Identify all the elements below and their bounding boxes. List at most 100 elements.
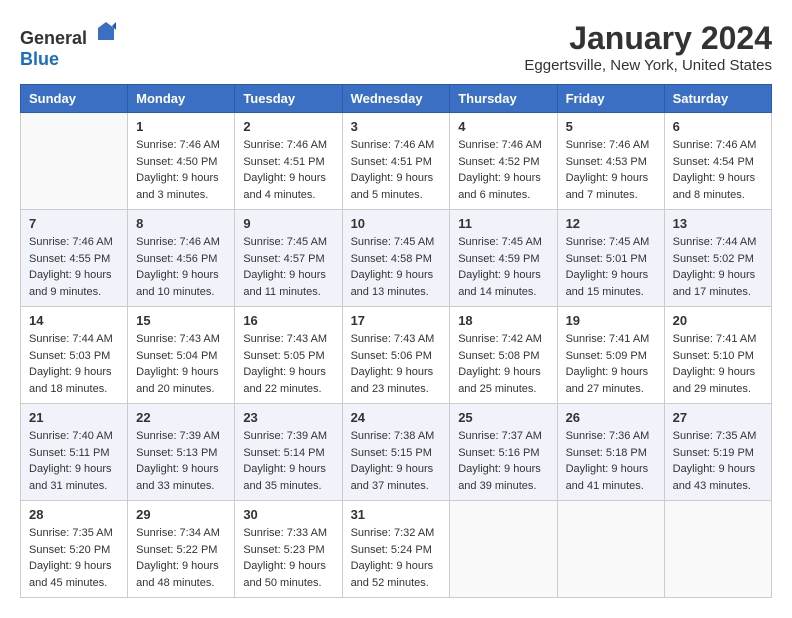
sunset: Sunset: 5:18 PM [566, 447, 647, 459]
sunrise: Sunrise: 7:39 AM [243, 430, 327, 442]
calendar-cell: 23 Sunrise: 7:39 AM Sunset: 5:14 PM Dayl… [235, 404, 342, 501]
day-number: 24 [351, 410, 442, 425]
day-info: Sunrise: 7:46 AM Sunset: 4:55 PM Dayligh… [29, 234, 119, 300]
sunset: Sunset: 5:23 PM [243, 544, 324, 556]
sunset: Sunset: 5:13 PM [136, 447, 217, 459]
sunset: Sunset: 5:24 PM [351, 544, 432, 556]
sunrise: Sunrise: 7:41 AM [566, 333, 650, 345]
sunrise: Sunrise: 7:37 AM [458, 430, 542, 442]
daylight: Daylight: 9 hours and 33 minutes. [136, 463, 219, 492]
sunrise: Sunrise: 7:46 AM [136, 139, 220, 151]
calendar-cell: 2 Sunrise: 7:46 AM Sunset: 4:51 PM Dayli… [235, 113, 342, 210]
subtitle: Eggertsville, New York, United States [524, 57, 772, 74]
calendar-week-1: 1 Sunrise: 7:46 AM Sunset: 4:50 PM Dayli… [21, 113, 772, 210]
sunrise: Sunrise: 7:43 AM [351, 333, 435, 345]
sunset: Sunset: 5:15 PM [351, 447, 432, 459]
header-day-tuesday: Tuesday [235, 85, 342, 113]
sunrise: Sunrise: 7:35 AM [29, 527, 113, 539]
day-number: 9 [243, 216, 333, 231]
daylight: Daylight: 9 hours and 52 minutes. [351, 560, 434, 589]
logo: General Blue [20, 20, 118, 70]
day-info: Sunrise: 7:45 AM Sunset: 4:57 PM Dayligh… [243, 234, 333, 300]
calendar-cell: 17 Sunrise: 7:43 AM Sunset: 5:06 PM Dayl… [342, 307, 450, 404]
sunrise: Sunrise: 7:46 AM [566, 139, 650, 151]
sunset: Sunset: 4:51 PM [243, 156, 324, 168]
header-day-thursday: Thursday [450, 85, 557, 113]
daylight: Daylight: 9 hours and 48 minutes. [136, 560, 219, 589]
daylight: Daylight: 9 hours and 25 minutes. [458, 366, 541, 395]
day-info: Sunrise: 7:36 AM Sunset: 5:18 PM Dayligh… [566, 428, 656, 494]
daylight: Daylight: 9 hours and 43 minutes. [673, 463, 756, 492]
calendar-cell: 6 Sunrise: 7:46 AM Sunset: 4:54 PM Dayli… [664, 113, 771, 210]
sunrise: Sunrise: 7:44 AM [29, 333, 113, 345]
calendar-cell: 7 Sunrise: 7:46 AM Sunset: 4:55 PM Dayli… [21, 210, 128, 307]
logo-icon [94, 20, 118, 44]
calendar-cell: 20 Sunrise: 7:41 AM Sunset: 5:10 PM Dayl… [664, 307, 771, 404]
sunset: Sunset: 4:59 PM [458, 253, 539, 265]
sunrise: Sunrise: 7:45 AM [458, 236, 542, 248]
calendar-cell: 9 Sunrise: 7:45 AM Sunset: 4:57 PM Dayli… [235, 210, 342, 307]
sunset: Sunset: 4:58 PM [351, 253, 432, 265]
calendar-cell: 8 Sunrise: 7:46 AM Sunset: 4:56 PM Dayli… [128, 210, 235, 307]
calendar-cell: 29 Sunrise: 7:34 AM Sunset: 5:22 PM Dayl… [128, 501, 235, 598]
header-day-saturday: Saturday [664, 85, 771, 113]
sunset: Sunset: 5:10 PM [673, 350, 754, 362]
sunset: Sunset: 5:02 PM [673, 253, 754, 265]
day-number: 17 [351, 313, 442, 328]
day-number: 11 [458, 216, 548, 231]
daylight: Daylight: 9 hours and 7 minutes. [566, 172, 649, 201]
sunset: Sunset: 5:16 PM [458, 447, 539, 459]
day-number: 16 [243, 313, 333, 328]
daylight: Daylight: 9 hours and 6 minutes. [458, 172, 541, 201]
sunset: Sunset: 5:22 PM [136, 544, 217, 556]
main-title: January 2024 [524, 20, 772, 57]
daylight: Daylight: 9 hours and 35 minutes. [243, 463, 326, 492]
sunset: Sunset: 5:06 PM [351, 350, 432, 362]
header-day-monday: Monday [128, 85, 235, 113]
calendar-cell: 14 Sunrise: 7:44 AM Sunset: 5:03 PM Dayl… [21, 307, 128, 404]
day-info: Sunrise: 7:46 AM Sunset: 4:54 PM Dayligh… [673, 137, 763, 203]
sunrise: Sunrise: 7:32 AM [351, 527, 435, 539]
sunrise: Sunrise: 7:46 AM [351, 139, 435, 151]
day-info: Sunrise: 7:44 AM Sunset: 5:03 PM Dayligh… [29, 331, 119, 397]
daylight: Daylight: 9 hours and 50 minutes. [243, 560, 326, 589]
sunrise: Sunrise: 7:43 AM [136, 333, 220, 345]
calendar-cell: 3 Sunrise: 7:46 AM Sunset: 4:51 PM Dayli… [342, 113, 450, 210]
sunset: Sunset: 5:20 PM [29, 544, 110, 556]
calendar-cell: 26 Sunrise: 7:36 AM Sunset: 5:18 PM Dayl… [557, 404, 664, 501]
day-number: 20 [673, 313, 763, 328]
day-number: 13 [673, 216, 763, 231]
sunset: Sunset: 5:11 PM [29, 447, 110, 459]
day-info: Sunrise: 7:37 AM Sunset: 5:16 PM Dayligh… [458, 428, 548, 494]
day-number: 8 [136, 216, 226, 231]
day-number: 28 [29, 507, 119, 522]
day-number: 3 [351, 119, 442, 134]
day-info: Sunrise: 7:38 AM Sunset: 5:15 PM Dayligh… [351, 428, 442, 494]
day-info: Sunrise: 7:41 AM Sunset: 5:09 PM Dayligh… [566, 331, 656, 397]
day-info: Sunrise: 7:33 AM Sunset: 5:23 PM Dayligh… [243, 525, 333, 591]
daylight: Daylight: 9 hours and 20 minutes. [136, 366, 219, 395]
day-number: 23 [243, 410, 333, 425]
daylight: Daylight: 9 hours and 39 minutes. [458, 463, 541, 492]
day-info: Sunrise: 7:41 AM Sunset: 5:10 PM Dayligh… [673, 331, 763, 397]
sunrise: Sunrise: 7:45 AM [243, 236, 327, 248]
sunrise: Sunrise: 7:33 AM [243, 527, 327, 539]
day-number: 18 [458, 313, 548, 328]
sunrise: Sunrise: 7:36 AM [566, 430, 650, 442]
calendar-cell: 31 Sunrise: 7:32 AM Sunset: 5:24 PM Dayl… [342, 501, 450, 598]
day-info: Sunrise: 7:44 AM Sunset: 5:02 PM Dayligh… [673, 234, 763, 300]
sunrise: Sunrise: 7:40 AM [29, 430, 113, 442]
day-info: Sunrise: 7:46 AM Sunset: 4:51 PM Dayligh… [351, 137, 442, 203]
calendar-cell: 15 Sunrise: 7:43 AM Sunset: 5:04 PM Dayl… [128, 307, 235, 404]
daylight: Daylight: 9 hours and 27 minutes. [566, 366, 649, 395]
sunset: Sunset: 4:55 PM [29, 253, 110, 265]
header-day-friday: Friday [557, 85, 664, 113]
day-number: 6 [673, 119, 763, 134]
daylight: Daylight: 9 hours and 18 minutes. [29, 366, 112, 395]
sunset: Sunset: 5:19 PM [673, 447, 754, 459]
sunset: Sunset: 4:57 PM [243, 253, 324, 265]
logo-text: General Blue [20, 20, 118, 70]
sunset: Sunset: 5:01 PM [566, 253, 647, 265]
sunset: Sunset: 5:03 PM [29, 350, 110, 362]
day-number: 15 [136, 313, 226, 328]
